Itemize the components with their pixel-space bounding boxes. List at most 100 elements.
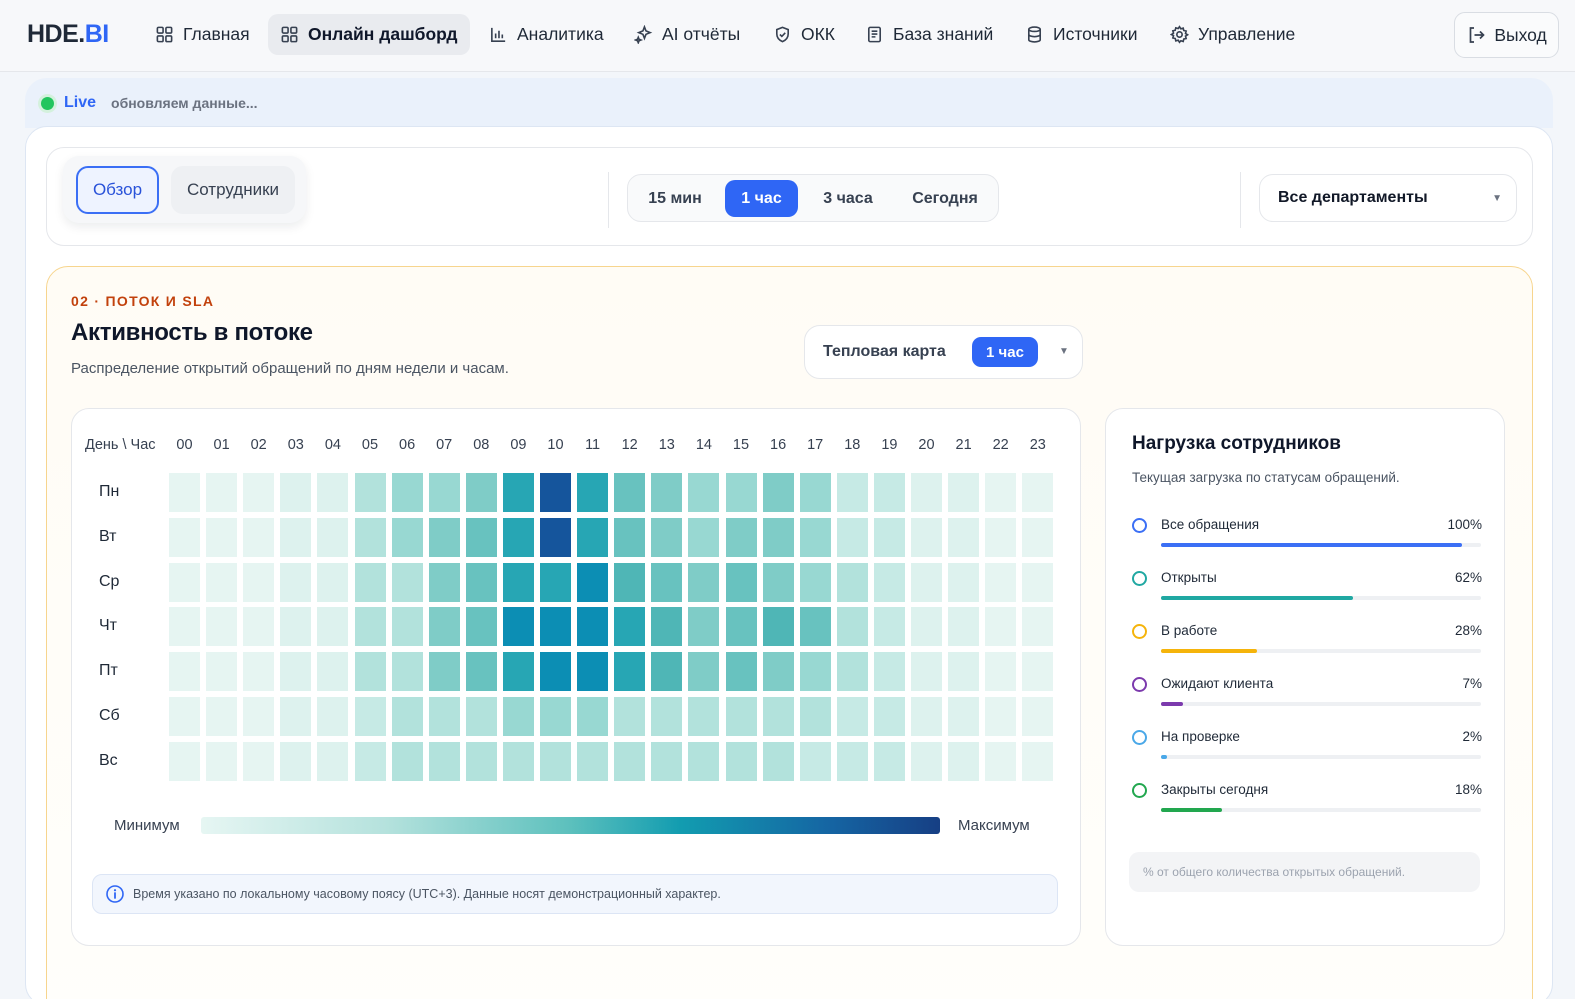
heatmap-cell[interactable] [651, 697, 683, 736]
tab-employees[interactable]: Сотрудники [171, 166, 295, 214]
nav-item-ai-reports[interactable]: AI отчёты [622, 14, 752, 55]
heatmap-cell[interactable] [799, 517, 831, 557]
heatmap-cell[interactable] [985, 562, 1017, 602]
heatmap-cell[interactable] [985, 741, 1017, 781]
heatmap-cell[interactable] [725, 652, 757, 692]
heatmap-cell[interactable] [391, 652, 423, 692]
heatmap-cell[interactable] [725, 697, 757, 736]
heatmap-cell[interactable] [465, 562, 497, 602]
heatmap-cell[interactable] [762, 607, 794, 647]
heatmap-cell[interactable] [614, 697, 646, 736]
heatmap-cell[interactable] [317, 607, 349, 647]
heatmap-cell[interactable] [873, 517, 905, 557]
heatmap-cell[interactable] [651, 741, 683, 781]
heatmap-cell[interactable] [206, 517, 238, 557]
heatmap-cell[interactable] [577, 607, 609, 647]
heatmap-cell[interactable] [317, 517, 349, 557]
heatmap-cell[interactable] [688, 652, 720, 692]
heatmap-cell[interactable] [614, 562, 646, 602]
heatmap-cell[interactable] [280, 473, 312, 512]
heatmap-cell[interactable] [391, 741, 423, 781]
heatmap-cell[interactable] [280, 652, 312, 692]
heatmap-cell[interactable] [1022, 741, 1054, 781]
heatmap-cell[interactable] [948, 652, 980, 692]
heatmap-cell[interactable] [391, 517, 423, 557]
heatmap-cell[interactable] [762, 473, 794, 512]
heatmap-cell[interactable] [391, 607, 423, 647]
nav-item-home[interactable]: Главная [143, 14, 262, 55]
heatmap-cell[interactable] [688, 517, 720, 557]
heatmap-cell[interactable] [799, 473, 831, 512]
heatmap-cell[interactable] [911, 473, 942, 512]
department-select[interactable]: Все департаменты ▼ [1259, 174, 1517, 222]
heatmap-cell[interactable] [836, 562, 868, 602]
heatmap-cell[interactable] [206, 562, 238, 602]
heatmap-cell[interactable] [465, 697, 497, 736]
heatmap-cell[interactable] [1022, 652, 1054, 692]
logo[interactable]: HDE.BI [27, 20, 109, 49]
heatmap-cell[interactable] [873, 652, 905, 692]
heatmap-cell[interactable] [762, 697, 794, 736]
heatmap-cell[interactable] [206, 652, 238, 692]
range-3hours[interactable]: 3 часа [810, 180, 886, 217]
heatmap-cell[interactable] [799, 697, 831, 736]
heatmap-cell[interactable] [1022, 562, 1054, 602]
heatmap-cell[interactable] [873, 473, 905, 512]
heatmap-cell[interactable] [948, 741, 980, 781]
heatmap-cell[interactable] [243, 607, 275, 647]
heatmap-cell[interactable] [354, 697, 386, 736]
heatmap-cell[interactable] [465, 517, 497, 557]
heatmap-cell[interactable] [280, 562, 312, 602]
heatmap-cell[interactable] [280, 607, 312, 647]
heatmap-cell[interactable] [169, 562, 200, 602]
heatmap-cell[interactable] [502, 473, 534, 512]
nav-item-analytics[interactable]: Аналитика [477, 14, 616, 55]
heatmap-cell[interactable] [354, 562, 386, 602]
heatmap-cell[interactable] [169, 697, 200, 736]
heatmap-cell[interactable] [651, 473, 683, 512]
heatmap-cell[interactable] [354, 517, 386, 557]
heatmap-cell[interactable] [948, 562, 980, 602]
heatmap-cell[interactable] [243, 697, 275, 736]
heatmap-cell[interactable] [948, 517, 980, 557]
heatmap-cell[interactable] [762, 562, 794, 602]
heatmap-cell[interactable] [391, 473, 423, 512]
heatmap-cell[interactable] [502, 562, 534, 602]
heatmap-cell[interactable] [614, 517, 646, 557]
heatmap-cell[interactable] [391, 562, 423, 602]
heatmap-cell[interactable] [428, 652, 460, 692]
heatmap-cell[interactable] [688, 562, 720, 602]
range-today[interactable]: Сегодня [898, 180, 992, 217]
heatmap-cell[interactable] [428, 607, 460, 647]
heatmap-cell[interactable] [836, 697, 868, 736]
heatmap-cell[interactable] [540, 517, 571, 557]
heatmap-cell[interactable] [873, 697, 905, 736]
heatmap-cell[interactable] [1022, 607, 1054, 647]
heatmap-cell[interactable] [688, 607, 720, 647]
heatmap-cell[interactable] [911, 741, 942, 781]
heatmap-cell[interactable] [540, 697, 571, 736]
heatmap-cell[interactable] [502, 517, 534, 557]
range-1hour[interactable]: 1 час [725, 180, 798, 217]
heatmap-cell[interactable] [577, 473, 609, 512]
heatmap-cell[interactable] [169, 741, 200, 781]
heatmap-cell[interactable] [1022, 473, 1054, 512]
heatmap-cell[interactable] [465, 473, 497, 512]
logout-button[interactable]: Выход [1454, 12, 1559, 58]
heatmap-cell[interactable] [428, 697, 460, 736]
heatmap-cell[interactable] [465, 741, 497, 781]
heatmap-cell[interactable] [317, 741, 349, 781]
heatmap-cell[interactable] [799, 652, 831, 692]
heatmap-cell[interactable] [799, 607, 831, 647]
heatmap-cell[interactable] [985, 697, 1017, 736]
heatmap-cell[interactable] [836, 607, 868, 647]
heatmap-cell[interactable] [206, 473, 238, 512]
heatmap-cell[interactable] [911, 607, 942, 647]
heatmap-cell[interactable] [243, 473, 275, 512]
heatmap-cell[interactable] [169, 607, 200, 647]
heatmap-cell[interactable] [836, 741, 868, 781]
heatmap-cell[interactable] [280, 697, 312, 736]
range-15min[interactable]: 15 мин [637, 180, 713, 217]
heatmap-cell[interactable] [428, 473, 460, 512]
heatmap-cell[interactable] [428, 741, 460, 781]
